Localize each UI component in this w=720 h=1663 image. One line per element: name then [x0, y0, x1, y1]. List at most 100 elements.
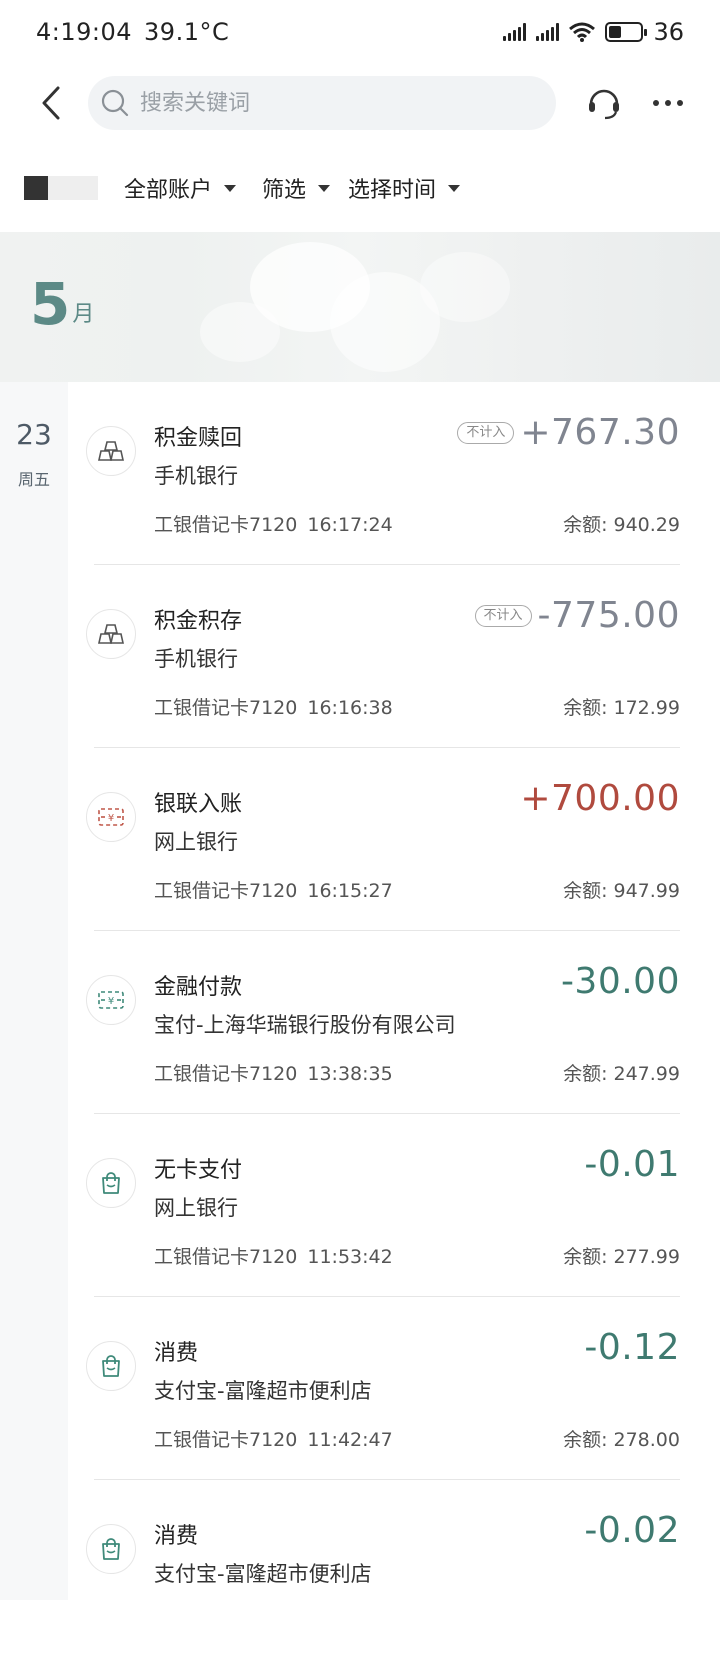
transaction-balance: 余额: 247.99	[563, 1063, 680, 1085]
month-number: 5	[30, 270, 71, 338]
more-button[interactable]	[644, 79, 692, 127]
transaction-item[interactable]: 消费 支付宝-富隆超市便利店 -0.02	[68, 1480, 720, 1663]
transaction-channel: 宝付-上海华瑞银行股份有限公司	[154, 1013, 456, 1037]
transaction-amount-wrap: -30.00	[561, 961, 680, 1002]
transaction-amount: +767.30	[520, 412, 680, 453]
transaction-amount: -0.02	[584, 1510, 680, 1551]
more-dots-icon	[653, 100, 683, 106]
transaction-amount: -30.00	[560, 961, 680, 1002]
transaction-amount-wrap: 不计入 +767.30	[457, 412, 680, 453]
transaction-meta: 工银借记卡7120 16:17:24	[154, 510, 393, 537]
wifi-icon	[569, 22, 596, 42]
search-input[interactable]	[138, 89, 518, 117]
month-label: 5 月	[30, 270, 95, 338]
transaction-title: 消费	[154, 1341, 199, 1366]
not-counted-badge: 不计入	[474, 604, 532, 627]
svg-text:¥: ¥	[108, 996, 114, 1007]
transaction-item[interactable]: 积金赎回 手机银行 工银借记卡7120 16:17:24 不计入 +767.30 …	[68, 382, 720, 565]
battery-icon	[605, 22, 648, 42]
status-left: 4:19:04 39.1°C	[36, 18, 229, 46]
month-banner: 5 月	[0, 232, 720, 382]
all-accounts-dropdown[interactable]: 全部账户	[124, 172, 237, 204]
transaction-title: 金融付款	[154, 975, 243, 1000]
yuan-transfer-out-icon: ¥	[86, 975, 136, 1025]
transaction-channel: 手机银行	[154, 464, 238, 488]
transaction-meta: 工银借记卡7120 11:42:47	[154, 1425, 393, 1452]
transaction-item[interactable]: 积金积存 手机银行 工银借记卡7120 16:16:38 不计入 -775.00 …	[68, 565, 720, 748]
transaction-balance: 余额: 172.99	[563, 697, 680, 719]
status-right: 36	[503, 18, 684, 46]
signal-icon	[503, 23, 527, 41]
transaction-amount: +700.00	[520, 778, 680, 819]
month-unit: 月	[72, 302, 95, 327]
transaction-meta: 工银借记卡7120 16:16:38	[154, 693, 393, 720]
transaction-channel: 网上银行	[154, 1196, 238, 1220]
search-box[interactable]	[88, 76, 556, 130]
select-time-label: 选择时间	[348, 178, 437, 203]
transaction-time: 16:15:27	[307, 880, 393, 902]
status-bar: 4:19:04 39.1°C 36	[0, 0, 720, 64]
transaction-amount: -775.00	[537, 595, 680, 636]
transaction-card: 工银借记卡7120	[154, 697, 298, 719]
transaction-item[interactable]: ¥ 金融付款 宝付-上海华瑞银行股份有限公司 工银借记卡7120 13:38:35…	[68, 931, 720, 1114]
transaction-title: 消费	[154, 1524, 199, 1549]
transaction-title: 积金赎回	[154, 426, 243, 451]
shopping-bag-icon	[86, 1524, 136, 1574]
transaction-amount-wrap: -0.02	[584, 1510, 680, 1551]
date-column: 23 周五	[0, 382, 68, 1600]
transaction-meta: 工银借记卡7120 13:38:35	[154, 1059, 393, 1086]
filter-label: 筛选	[262, 178, 307, 203]
transaction-card: 工银借记卡7120	[154, 880, 298, 902]
status-time: 4:19:04	[36, 18, 133, 46]
transaction-amount-wrap: -0.01	[584, 1144, 680, 1185]
transaction-item[interactable]: 消费 支付宝-富隆超市便利店 工银借记卡7120 11:42:47 -0.12 余…	[68, 1297, 720, 1480]
transaction-balance: 余额: 940.29	[563, 514, 680, 536]
not-counted-badge: 不计入	[457, 421, 515, 444]
transaction-meta: 工银借记卡7120 11:53:42	[154, 1242, 393, 1269]
gold-bars-icon	[86, 426, 136, 476]
transaction-title: 银联入账	[154, 792, 243, 817]
transaction-time: 16:16:38	[307, 697, 393, 719]
back-button[interactable]	[22, 73, 82, 133]
transaction-card: 工银借记卡7120	[154, 514, 298, 536]
transaction-amount: -0.01	[584, 1144, 680, 1185]
all-accounts-label: 全部账户	[124, 178, 213, 203]
shopping-bag-icon	[86, 1341, 136, 1391]
transaction-title: 积金积存	[154, 609, 243, 634]
date-day: 23	[16, 418, 52, 451]
transaction-title: 无卡支付	[154, 1158, 243, 1183]
gold-bars-icon	[86, 609, 136, 659]
battery-level: 36	[653, 18, 684, 46]
transaction-channel: 支付宝-富隆超市便利店	[154, 1379, 372, 1403]
transaction-time: 13:38:35	[307, 1063, 393, 1085]
caret-down-icon	[224, 184, 237, 192]
transaction-amount: -0.12	[584, 1327, 680, 1368]
transaction-amount-wrap: +700.00	[520, 778, 680, 819]
filter-row: 全部账户 筛选 选择时间	[0, 160, 720, 216]
transaction-balance: 余额: 947.99	[563, 880, 680, 902]
transaction-time: 16:17:24	[307, 514, 393, 536]
transaction-channel: 手机银行	[154, 647, 238, 671]
transaction-card: 工银借记卡7120	[154, 1429, 298, 1451]
transaction-list: 23 周五 积金赎回 手机银行 工银借记卡7120 16:17:24 不计入 +7…	[0, 382, 720, 1600]
transaction-channel: 支付宝-富隆超市便利店	[154, 1562, 372, 1586]
card-thumbnail[interactable]	[24, 176, 98, 200]
caret-down-icon	[318, 184, 331, 192]
transaction-channel: 网上银行	[154, 830, 238, 854]
caret-down-icon	[448, 184, 461, 192]
transaction-item[interactable]: 无卡支付 网上银行 工银借记卡7120 11:53:42 -0.01 余额: 27…	[68, 1114, 720, 1297]
status-temperature: 39.1°C	[144, 18, 230, 46]
svg-text:¥: ¥	[108, 813, 114, 824]
transaction-time: 11:53:42	[307, 1246, 393, 1268]
transaction-balance: 余额: 278.00	[563, 1429, 680, 1451]
select-time-dropdown[interactable]: 选择时间	[348, 172, 461, 204]
customer-service-button[interactable]	[580, 79, 628, 127]
chevron-left-icon	[42, 86, 60, 120]
filter-dropdown[interactable]: 筛选	[262, 172, 331, 204]
shopping-bag-icon	[86, 1158, 136, 1208]
transaction-item[interactable]: ¥ 银联入账 网上银行 工银借记卡7120 16:15:27 +700.00 余额…	[68, 748, 720, 931]
transaction-balance: 余额: 277.99	[563, 1246, 680, 1268]
transaction-amount-wrap: -0.12	[584, 1327, 680, 1368]
yuan-transfer-in-icon: ¥	[86, 792, 136, 842]
transaction-time: 11:42:47	[307, 1429, 393, 1451]
